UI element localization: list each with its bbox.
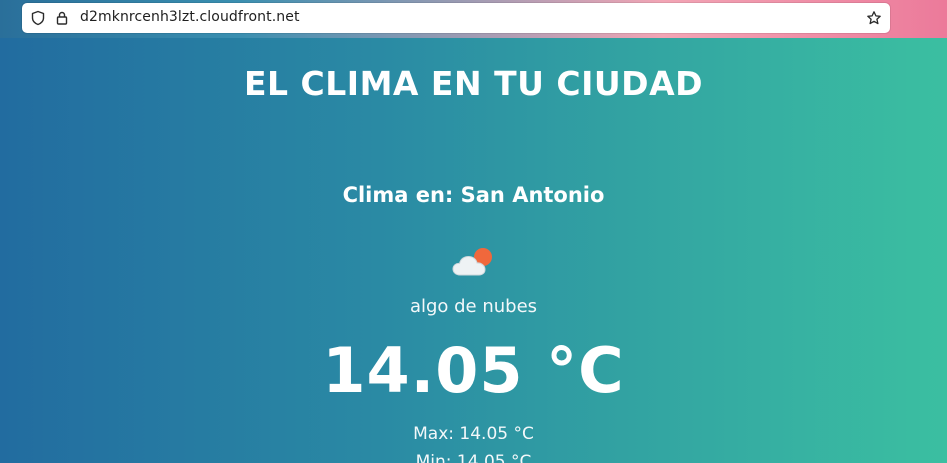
url-text[interactable]: d2mknrcenh3lzt.cloudfront.net bbox=[80, 9, 300, 25]
partly-cloudy-icon bbox=[452, 248, 492, 276]
page-title: EL CLIMA EN TU CIUDAD bbox=[243, 64, 703, 103]
weather-description: algo de nubes bbox=[409, 296, 538, 317]
browser-toolbar: d2mknrcenh3lzt.cloudfront.net bbox=[0, 0, 947, 38]
min-temperature: Min: 14.05 °C bbox=[415, 452, 532, 463]
temperature-value: 14.05 °C bbox=[322, 334, 625, 407]
lock-icon[interactable] bbox=[54, 10, 70, 26]
city-heading: Clima en: San Antonio bbox=[342, 183, 605, 207]
star-icon[interactable] bbox=[866, 10, 882, 26]
address-bar[interactable]: d2mknrcenh3lzt.cloudfront.net bbox=[22, 3, 890, 33]
shield-icon[interactable] bbox=[30, 10, 46, 26]
max-temperature: Max: 14.05 °C bbox=[413, 424, 534, 444]
weather-page: EL CLIMA EN TU CIUDAD Clima en: San Anto… bbox=[0, 38, 947, 463]
